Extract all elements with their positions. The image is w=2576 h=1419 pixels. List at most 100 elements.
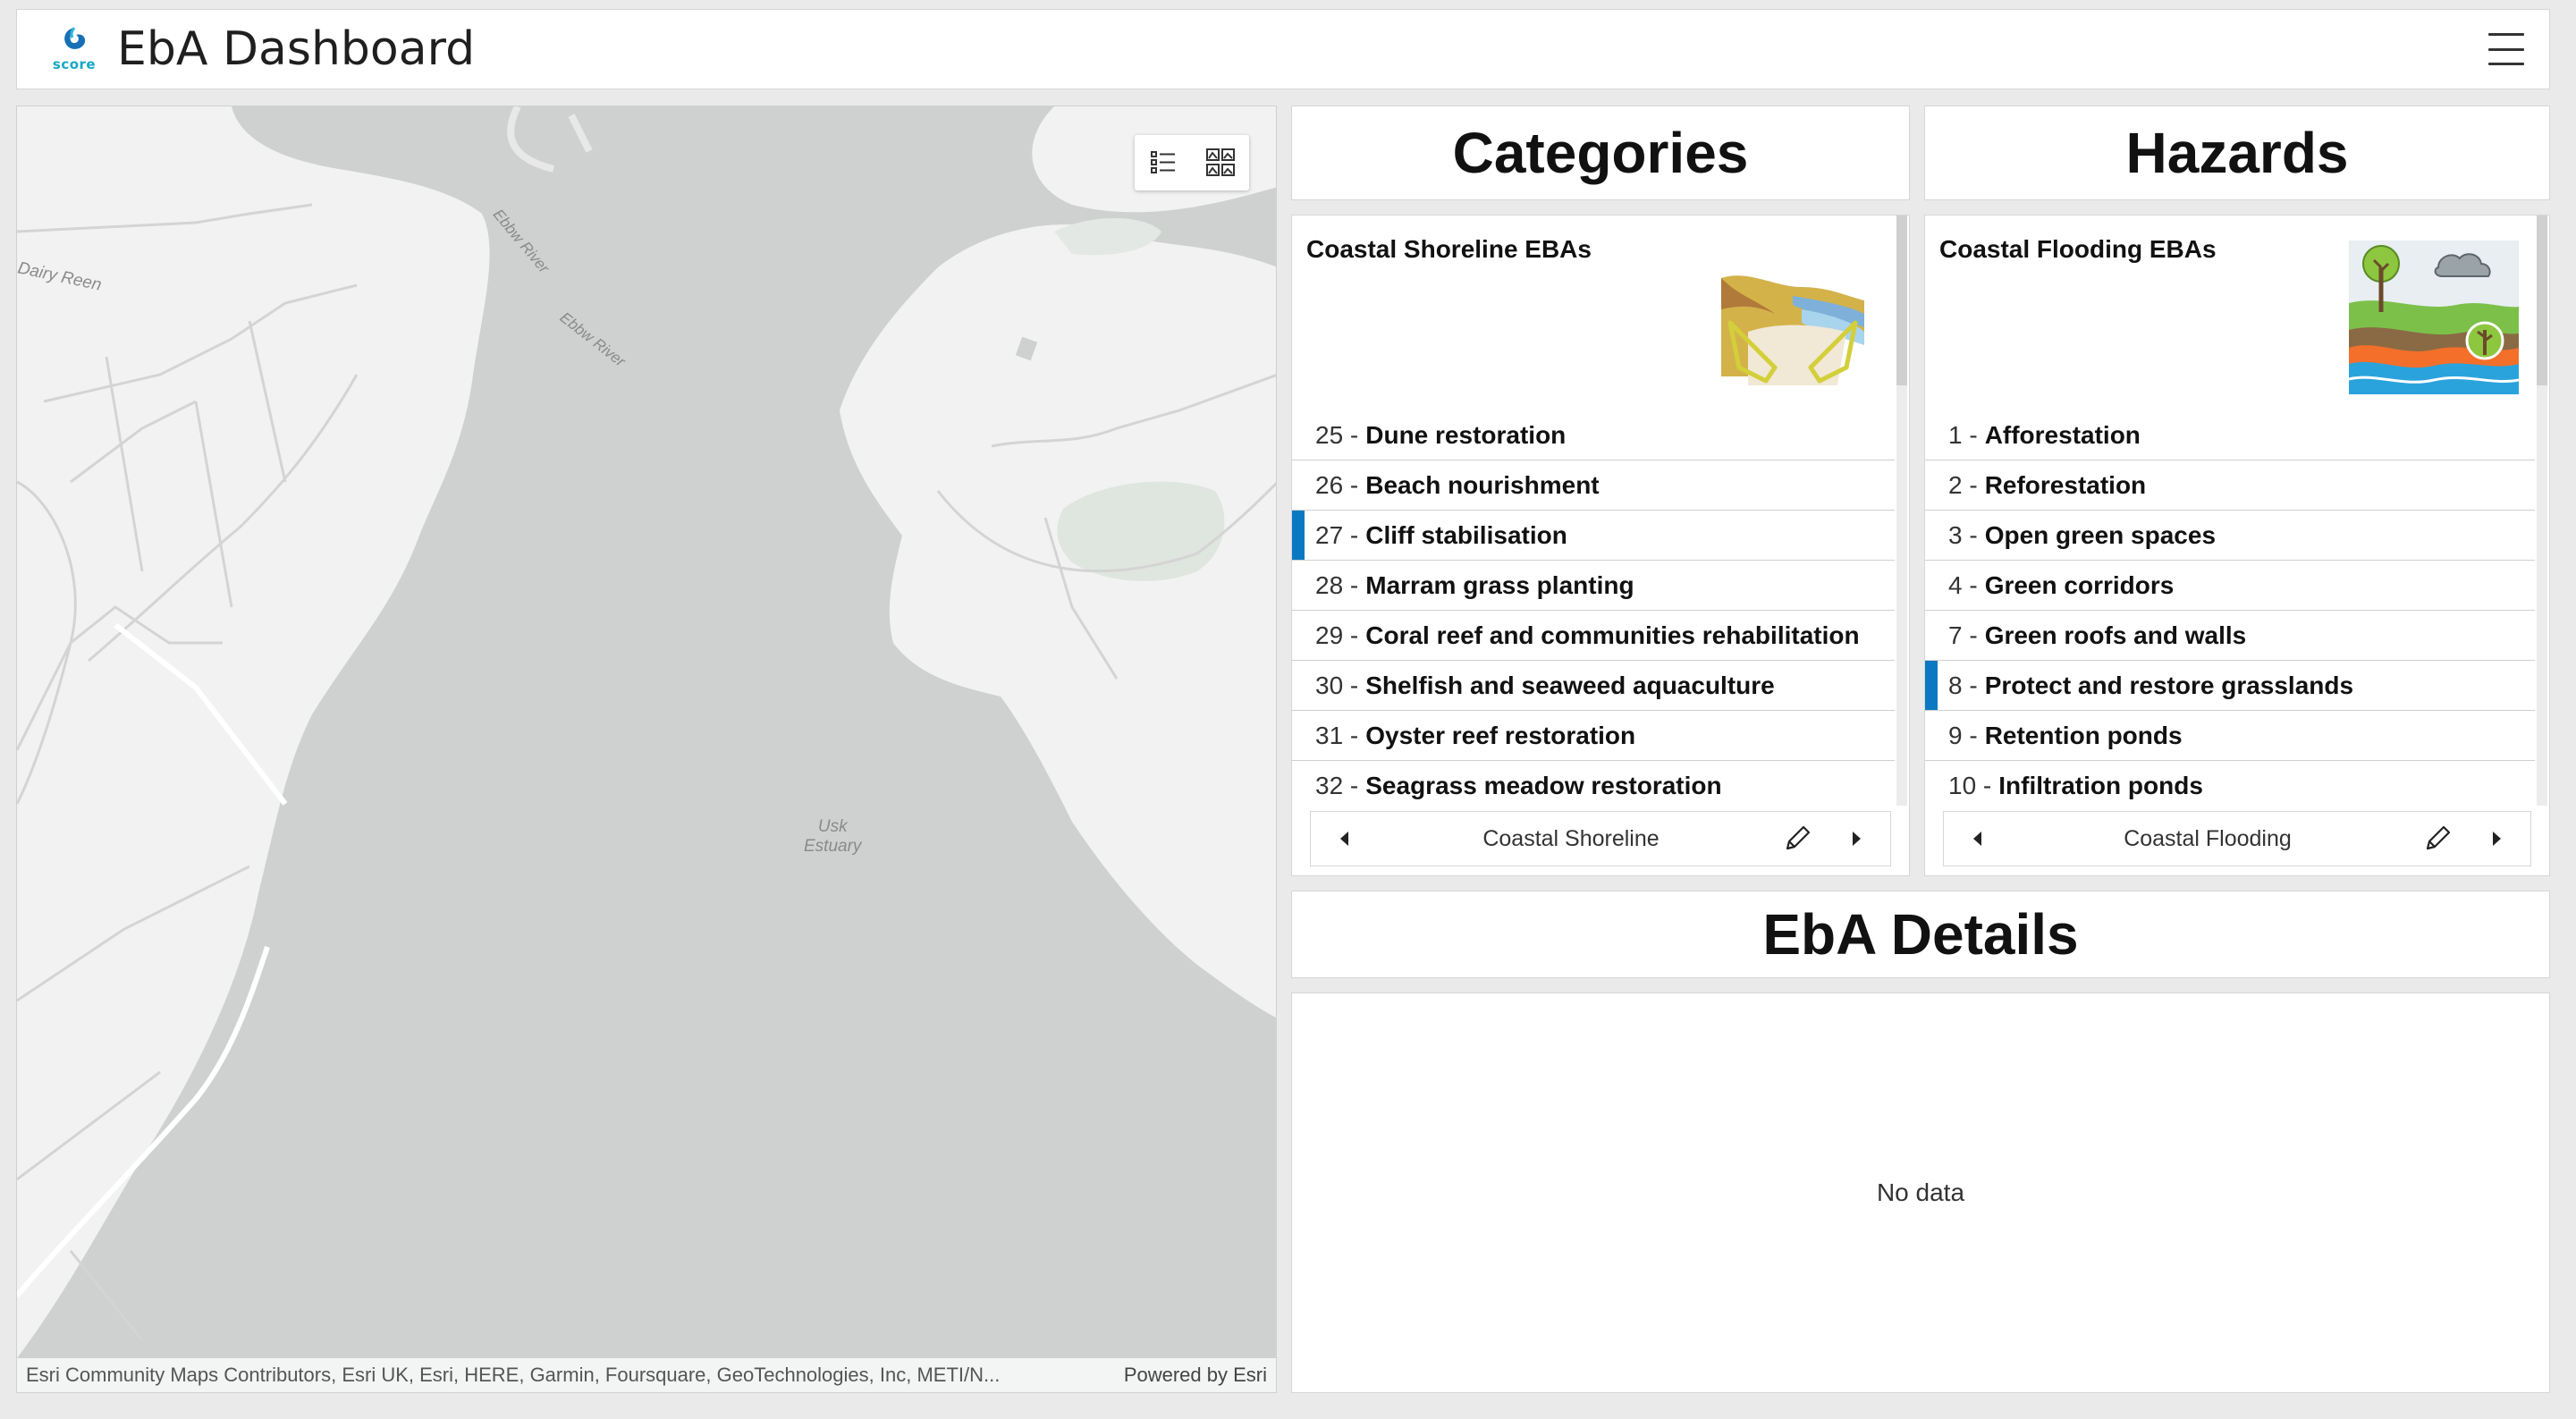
hazards-list-panel: Coastal Flooding EBAs 1 - Afforestation 2 …	[1924, 215, 2550, 876]
map-label-usk: Usk	[817, 817, 848, 836]
categories-list: 25 - Dune restoration 26 - Beach nourishmen…	[1292, 410, 1895, 806]
list-item-label: Marram grass planting	[1365, 570, 1634, 599]
hamburger-menu-icon[interactable]	[2488, 33, 2524, 65]
list-item-label: Protect and restore grasslands	[1984, 671, 2354, 699]
app-header: score EbA Dashboard	[16, 9, 2550, 89]
categories-edit-button[interactable]	[1779, 821, 1815, 857]
pencil-icon	[2426, 825, 2451, 850]
basemap-gallery-icon[interactable]	[1203, 145, 1238, 181]
hazards-title-card: Hazards	[1924, 106, 2550, 200]
categories-list-scroll-area[interactable]: Coastal Shoreline EBAs 25 - Dune restorat…	[1292, 215, 1895, 806]
list-item[interactable]: 2 - Reforestation	[1925, 460, 2535, 511]
list-item[interactable]: 28 - Marram grass planting	[1292, 561, 1895, 611]
hazards-list: 1 - Afforestation 2 - Reforestation 3 - Open …	[1925, 410, 2535, 806]
list-item-label: Reforestation	[1984, 470, 2147, 499]
list-item[interactable]: 27 - Cliff stabilisation	[1292, 511, 1895, 561]
no-data-text: No data	[1876, 1178, 1965, 1206]
list-item-label: Infiltration ponds	[1998, 771, 2203, 799]
list-item-label: Afforestation	[1984, 420, 2141, 449]
categories-list-heading: Coastal Shoreline EBAs	[1306, 235, 1592, 263]
list-item-label: Oyster reef restoration	[1365, 721, 1636, 749]
list-item-label: Open green spaces	[1984, 520, 2217, 549]
categories-list-panel: Coastal Shoreline EBAs 25 - Dune restorat…	[1291, 215, 1910, 876]
hazards-prev-button[interactable]	[1960, 821, 1996, 857]
coastal-shoreline-image	[1712, 260, 1873, 398]
list-item[interactable]: 9 - Retention ponds	[1925, 711, 2535, 761]
list-item-number: 3 -	[1948, 520, 1978, 549]
categories-next-button[interactable]	[1838, 821, 1874, 857]
basemap[interactable]	[17, 106, 1277, 1393]
list-item-label: Green roofs and walls	[1984, 621, 2247, 649]
attribution-text: Esri Community Maps Contributors, Esri U…	[26, 1364, 1001, 1386]
list-item-number: 8 -	[1948, 671, 1978, 699]
list-item-number: 2 -	[1948, 470, 1978, 499]
list-item-label: Coral reef and communities rehabilitatio…	[1365, 621, 1860, 649]
list-item[interactable]: 30 - Shelfish and seaweed aquaculture	[1292, 661, 1895, 711]
hazards-title: Hazards	[2125, 121, 2349, 185]
list-item[interactable]: 3 - Open green spaces	[1925, 511, 2535, 561]
hazards-scrollbar[interactable]	[2537, 215, 2547, 806]
list-item-label: Retention ponds	[1984, 721, 2183, 749]
list-item[interactable]: 1 - Afforestation	[1925, 410, 2535, 460]
eba-details-title-card: EbA Details	[1291, 891, 2550, 978]
caret-left-icon	[1340, 832, 1348, 846]
list-item-number: 25 -	[1315, 420, 1359, 449]
list-item-number: 1 -	[1948, 420, 1978, 449]
hazards-next-button[interactable]	[2479, 821, 2514, 857]
list-item[interactable]: 26 - Beach nourishment	[1292, 460, 1895, 511]
list-item-number: 9 -	[1948, 721, 1978, 749]
list-item-number: 7 -	[1948, 621, 1978, 649]
legend-icon[interactable]	[1145, 145, 1181, 181]
hazards-pager-caption: Coastal Flooding	[2124, 825, 2292, 851]
map-widget-toolbar	[1135, 135, 1249, 190]
map-label-estuary: Estuary	[804, 837, 862, 856]
caret-right-icon	[1853, 832, 1861, 846]
list-item[interactable]: 32 - Seagrass meadow restoration	[1292, 761, 1895, 806]
list-item[interactable]: 10 - Infiltration ponds	[1925, 761, 2535, 806]
logo-mark-icon	[64, 27, 86, 49]
hazards-list-heading: Coastal Flooding EBAs	[1939, 235, 2217, 263]
list-item-number: 30 -	[1315, 671, 1359, 699]
categories-pager: Coastal Shoreline	[1310, 811, 1891, 866]
score-logo: score	[44, 19, 105, 80]
map-label-usk-estuary: Usk Estuary	[804, 817, 861, 857]
map-view[interactable]: Dairy Reen Ebbw River Ebbw River Usk Est…	[16, 106, 1277, 1393]
list-item-number: 26 -	[1315, 470, 1359, 499]
categories-prev-button[interactable]	[1327, 821, 1363, 857]
list-item-number: 27 -	[1315, 520, 1359, 549]
list-item-label: Seagrass meadow restoration	[1365, 771, 1722, 799]
categories-pager-caption: Coastal Shoreline	[1482, 825, 1660, 851]
hazards-pager: Coastal Flooding	[1943, 811, 2531, 866]
map-attribution: Esri Community Maps Contributors, Esri U…	[17, 1358, 1276, 1392]
list-item[interactable]: 31 - Oyster reef restoration	[1292, 711, 1895, 761]
list-item-label: Dune restoration	[1365, 420, 1567, 449]
list-item-label: Beach nourishment	[1365, 470, 1600, 499]
list-item-number: 28 -	[1315, 570, 1359, 599]
list-item-number: 31 -	[1315, 721, 1359, 749]
list-item[interactable]: 29 - Coral reef and communities rehabilit…	[1292, 611, 1895, 661]
list-item-number: 4 -	[1948, 570, 1978, 599]
list-item-number: 32 -	[1315, 771, 1359, 799]
list-item[interactable]: 7 - Green roofs and walls	[1925, 611, 2535, 661]
hazards-list-scroll-area[interactable]: Coastal Flooding EBAs 1 - Afforestation 2 …	[1925, 215, 2535, 806]
logo-text: score	[52, 56, 97, 72]
list-item-number: 29 -	[1315, 621, 1359, 649]
categories-scrollbar[interactable]	[1896, 215, 1907, 806]
categories-title-card: Categories	[1291, 106, 1910, 200]
list-item-label: Cliff stabilisation	[1365, 520, 1567, 549]
list-item-label: Green corridors	[1984, 570, 2175, 599]
list-item[interactable]: 4 - Green corridors	[1925, 561, 2535, 611]
powered-by-esri[interactable]: Powered by Esri	[1124, 1364, 1267, 1387]
app-title: EbA Dashboard	[117, 22, 476, 76]
list-item[interactable]: 25 - Dune restoration	[1292, 410, 1895, 460]
caret-right-icon	[2493, 832, 2501, 846]
coastal-flooding-image	[2348, 241, 2520, 398]
hazards-edit-button[interactable]	[2420, 821, 2455, 857]
list-item[interactable]: 8 - Protect and restore grasslands	[1925, 661, 2535, 711]
eba-details-body: No data	[1291, 992, 2550, 1393]
categories-title: Categories	[1452, 121, 1749, 185]
list-item-number: 10 -	[1948, 771, 1992, 799]
caret-left-icon	[1973, 832, 1981, 846]
eba-details-title: EbA Details	[1762, 902, 2079, 967]
list-item-label: Shelfish and seaweed aquaculture	[1365, 671, 1775, 699]
